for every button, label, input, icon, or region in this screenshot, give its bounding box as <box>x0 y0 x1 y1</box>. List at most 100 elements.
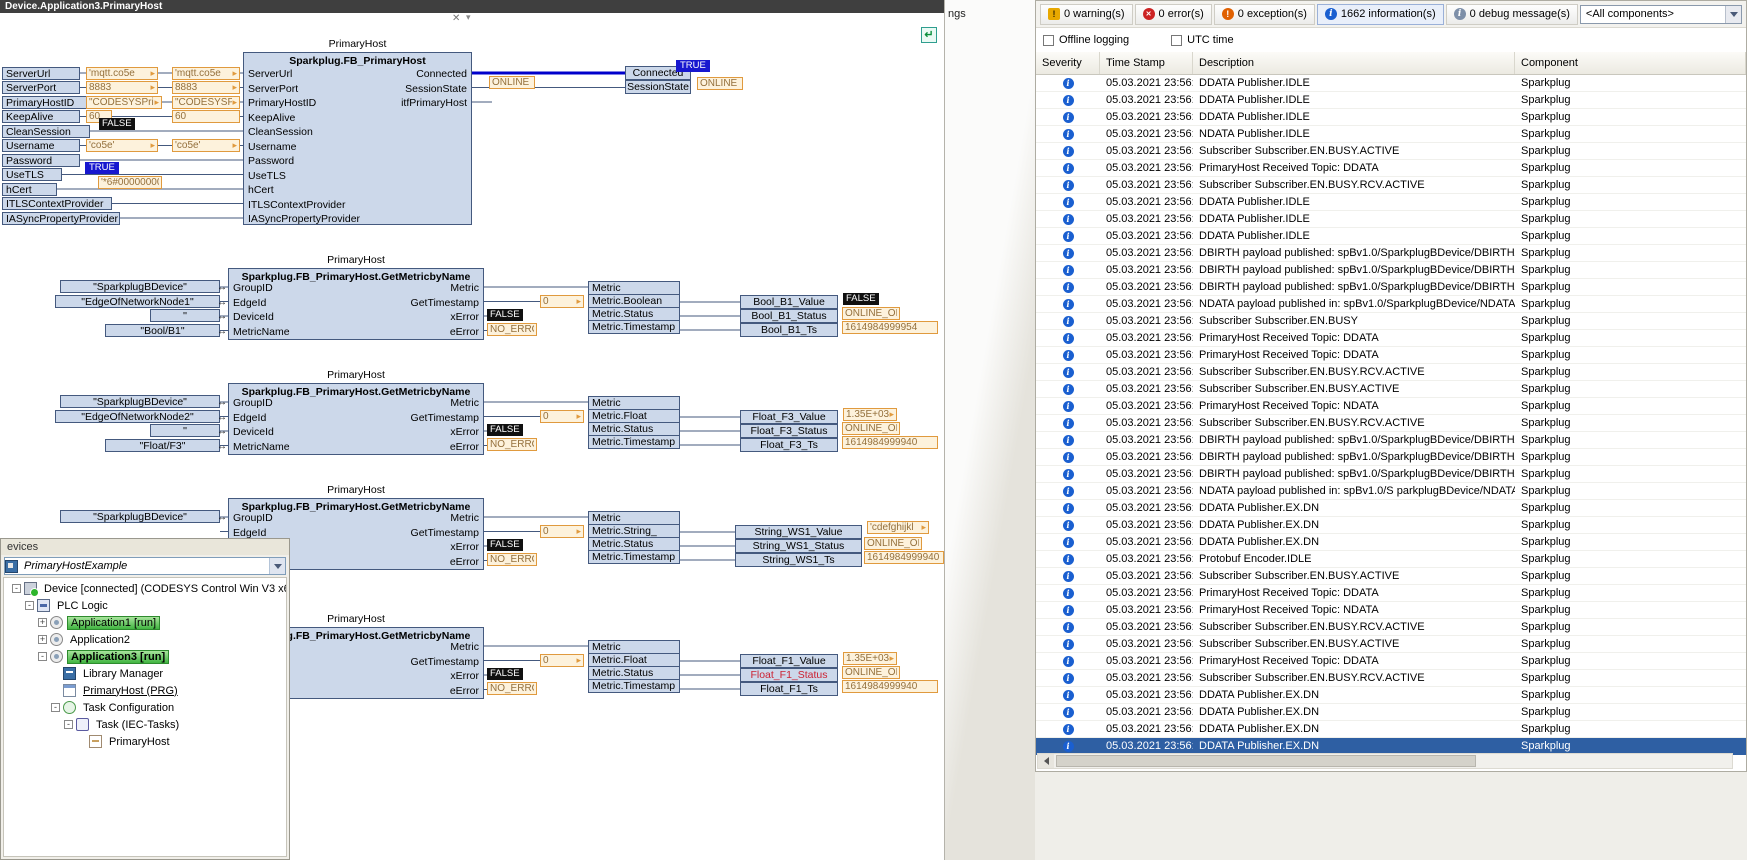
column-header-component[interactable]: Component <box>1515 52 1746 74</box>
log-row[interactable]: 05.03.2021 23:56:38 DDATA Publisher.EX.D… <box>1036 721 1746 738</box>
tree-item[interactable]: - Device [connected] (CODESYS Control Wi… <box>4 580 286 597</box>
getmetric-block-2[interactable]: Sparkplug.FB_PrimaryHost.GetMetricbyName… <box>228 383 484 455</box>
output-var-box[interactable]: Bool_B1_Value <box>740 295 838 309</box>
log-row[interactable]: 05.03.2021 23:56:38 PrimaryHost Received… <box>1036 585 1746 602</box>
tree-expander[interactable]: - <box>51 703 60 712</box>
input-var-box[interactable]: ServerUrl <box>2 67 80 80</box>
close-icon[interactable]: ✕ <box>452 13 460 24</box>
log-row[interactable]: 05.03.2021 23:56:38 DBIRTH payload publi… <box>1036 432 1746 449</box>
log-row[interactable]: 05.03.2021 23:56:38 Subscriber Subscribe… <box>1036 636 1746 653</box>
log-row[interactable]: 05.03.2021 23:56:38 DBIRTH payload publi… <box>1036 466 1746 483</box>
log-row[interactable]: 05.03.2021 23:56:39 DDATA Publisher.IDLE… <box>1036 211 1746 228</box>
tree-item[interactable]: + Application2 <box>4 631 286 648</box>
log-filter-button[interactable]: 0 exception(s) <box>1214 4 1315 25</box>
scroll-left-button[interactable] <box>1038 754 1054 768</box>
log-row[interactable]: 05.03.2021 23:56:38 PrimaryHost Received… <box>1036 602 1746 619</box>
input-var-box[interactable]: CleanSession <box>2 125 90 138</box>
log-filter-button[interactable]: 0 warning(s) <box>1040 4 1133 25</box>
log-row[interactable]: 05.03.2021 23:56:39 PrimaryHost Received… <box>1036 347 1746 364</box>
input-var-box[interactable]: ITLSContextProvider <box>2 197 112 210</box>
metric-struct-box[interactable]: Metric Metric.String_ Metric.Status Metr… <box>588 511 680 564</box>
log-row[interactable]: 05.03.2021 23:56:39 DDATA Publisher.IDLE… <box>1036 194 1746 211</box>
component-filter-combo[interactable]: <All components> <box>1580 5 1742 24</box>
input-literal-box[interactable]: '' <box>150 309 220 322</box>
output-var-box[interactable]: Float_F1_Ts <box>740 682 838 696</box>
log-row[interactable]: 05.03.2021 23:56:38 DBIRTH payload publi… <box>1036 449 1746 466</box>
combo-dropdown-button[interactable] <box>269 558 285 574</box>
log-row[interactable]: 05.03.2021 23:56:39 Subscriber Subscribe… <box>1036 415 1746 432</box>
tree-expander[interactable]: - <box>38 652 47 661</box>
log-row[interactable]: 05.03.2021 23:56:39 NDATA Publisher.IDLE… <box>1036 126 1746 143</box>
output-var-box[interactable]: String_WS1_Status <box>735 539 862 553</box>
horizontal-scrollbar[interactable] <box>1037 753 1733 769</box>
log-row[interactable]: 05.03.2021 23:56:39 Subscriber Subscribe… <box>1036 143 1746 160</box>
tree-expander[interactable]: - <box>64 720 73 729</box>
log-row[interactable]: 05.03.2021 23:56:39 Subscriber Subscribe… <box>1036 364 1746 381</box>
log-row[interactable]: 05.03.2021 23:56:39 DDATA Publisher.IDLE… <box>1036 92 1746 109</box>
log-filter-button[interactable]: 0 debug message(s) <box>1446 4 1578 25</box>
column-header-timestamp[interactable]: Time Stamp <box>1100 52 1193 74</box>
log-row[interactable]: 05.03.2021 23:56:38 Subscriber Subscribe… <box>1036 670 1746 687</box>
input-var-box[interactable]: UseTLS <box>2 168 62 181</box>
tree-item[interactable]: PrimaryHost (PRG) <box>4 682 286 699</box>
metric-struct-box[interactable]: Metric Metric.Float Metric.Status Metric… <box>588 640 680 693</box>
log-row[interactable]: 05.03.2021 23:56:38 PrimaryHost Received… <box>1036 653 1746 670</box>
log-row[interactable]: 05.03.2021 23:56:38 DDATA Publisher.EX.D… <box>1036 500 1746 517</box>
input-var-box[interactable]: PrimaryHostID <box>2 96 90 109</box>
input-literal-box[interactable]: "Float/F3" <box>105 439 220 452</box>
log-row[interactable]: 05.03.2021 23:56:39 DBIRTH payload publi… <box>1036 262 1746 279</box>
metric-struct-box[interactable]: Metric Metric.Boolean Metric.Status Metr… <box>588 281 680 334</box>
output-var-box[interactable]: SessionState <box>625 80 691 94</box>
log-row[interactable]: 05.03.2021 23:56:39 DBIRTH payload publi… <box>1036 279 1746 296</box>
column-header-severity[interactable]: Severity <box>1036 52 1100 74</box>
log-row[interactable]: 05.03.2021 23:56:38 DDATA Publisher.EX.D… <box>1036 534 1746 551</box>
log-row[interactable]: 05.03.2021 23:56:39 Subscriber Subscribe… <box>1036 313 1746 330</box>
metric-struct-box[interactable]: Metric Metric.Float Metric.Status Metric… <box>588 396 680 449</box>
tree-expander[interactable] <box>77 737 86 746</box>
log-row[interactable]: 05.03.2021 23:56:39 PrimaryHost Received… <box>1036 398 1746 415</box>
input-var-box[interactable]: hCert <box>2 183 57 196</box>
log-row[interactable]: 05.03.2021 23:56:38 DDATA Publisher.EX.D… <box>1036 517 1746 534</box>
log-filter-button[interactable]: 1662 information(s) <box>1317 4 1444 25</box>
input-var-box[interactable]: KeepAlive <box>2 110 80 123</box>
scrollbar-thumb[interactable] <box>1056 755 1476 767</box>
log-row[interactable]: 05.03.2021 23:56:39 NDATA payload publis… <box>1036 296 1746 313</box>
input-literal-box[interactable]: "EdgeOfNetworkNode1" <box>55 295 220 308</box>
output-var-box[interactable]: Float_F3_Status <box>740 424 838 438</box>
getmetric-block-1[interactable]: Sparkplug.FB_PrimaryHost.GetMetricbyName… <box>228 268 484 340</box>
output-var-box[interactable]: Bool_B1_Ts <box>740 323 838 337</box>
tree-item[interactable]: - Application3 [run] <box>4 648 286 665</box>
tree-item[interactable]: - PLC Logic <box>4 597 286 614</box>
output-var-box[interactable]: Float_F3_Ts <box>740 438 838 452</box>
tree-expander[interactable] <box>51 669 60 678</box>
offline-logging-checkbox[interactable]: Offline logging <box>1043 34 1129 46</box>
column-header-description[interactable]: Description <box>1193 52 1515 74</box>
tree-item[interactable]: + Application1 [run] <box>4 614 286 631</box>
utc-time-checkbox[interactable]: UTC time <box>1171 34 1233 46</box>
tree-expander[interactable]: - <box>12 584 21 593</box>
log-row[interactable]: 05.03.2021 23:56:38 Protobuf Encoder.IDL… <box>1036 551 1746 568</box>
tree-item[interactable]: - Task Configuration <box>4 699 286 716</box>
output-var-box[interactable]: String_WS1_Ts <box>735 553 862 567</box>
tree-item[interactable]: Library Manager <box>4 665 286 682</box>
input-var-box[interactable]: Username <box>2 139 80 152</box>
log-row[interactable]: 05.03.2021 23:56:39 Subscriber Subscribe… <box>1036 177 1746 194</box>
fb-primaryhost-block[interactable]: Sparkplug.FB_PrimaryHost ServerUrl Serve… <box>243 52 472 225</box>
output-var-box[interactable]: Float_F3_Value <box>740 410 838 424</box>
log-row[interactable]: 05.03.2021 23:56:38 Subscriber Subscribe… <box>1036 568 1746 585</box>
chevron-down-icon[interactable]: ▾ <box>466 12 471 23</box>
output-var-box[interactable]: Float_F1_Value <box>740 654 838 668</box>
input-literal-box[interactable]: "SparkplugBDevice" <box>60 280 220 293</box>
input-literal-box[interactable]: '' <box>150 424 220 437</box>
log-row[interactable]: 05.03.2021 23:56:38 DDATA Publisher.EX.D… <box>1036 704 1746 721</box>
input-literal-box[interactable]: "EdgeOfNetworkNode2" <box>55 410 220 423</box>
log-row[interactable]: 05.03.2021 23:56:39 DDATA Publisher.IDLE… <box>1036 109 1746 126</box>
output-var-box[interactable]: Float_F1_Status <box>740 668 838 682</box>
editor-corner-icon[interactable]: ↵ <box>921 27 937 43</box>
combo-dropdown-button[interactable] <box>1725 6 1741 23</box>
input-var-box[interactable]: ServerPort <box>2 81 80 94</box>
input-literal-box[interactable]: "Bool/B1" <box>105 324 220 337</box>
log-row[interactable]: 05.03.2021 23:56:38 NDATA payload publis… <box>1036 483 1746 500</box>
log-row[interactable]: 05.03.2021 23:56:39 PrimaryHost Received… <box>1036 330 1746 347</box>
tree-item[interactable]: PrimaryHost <box>4 733 286 750</box>
